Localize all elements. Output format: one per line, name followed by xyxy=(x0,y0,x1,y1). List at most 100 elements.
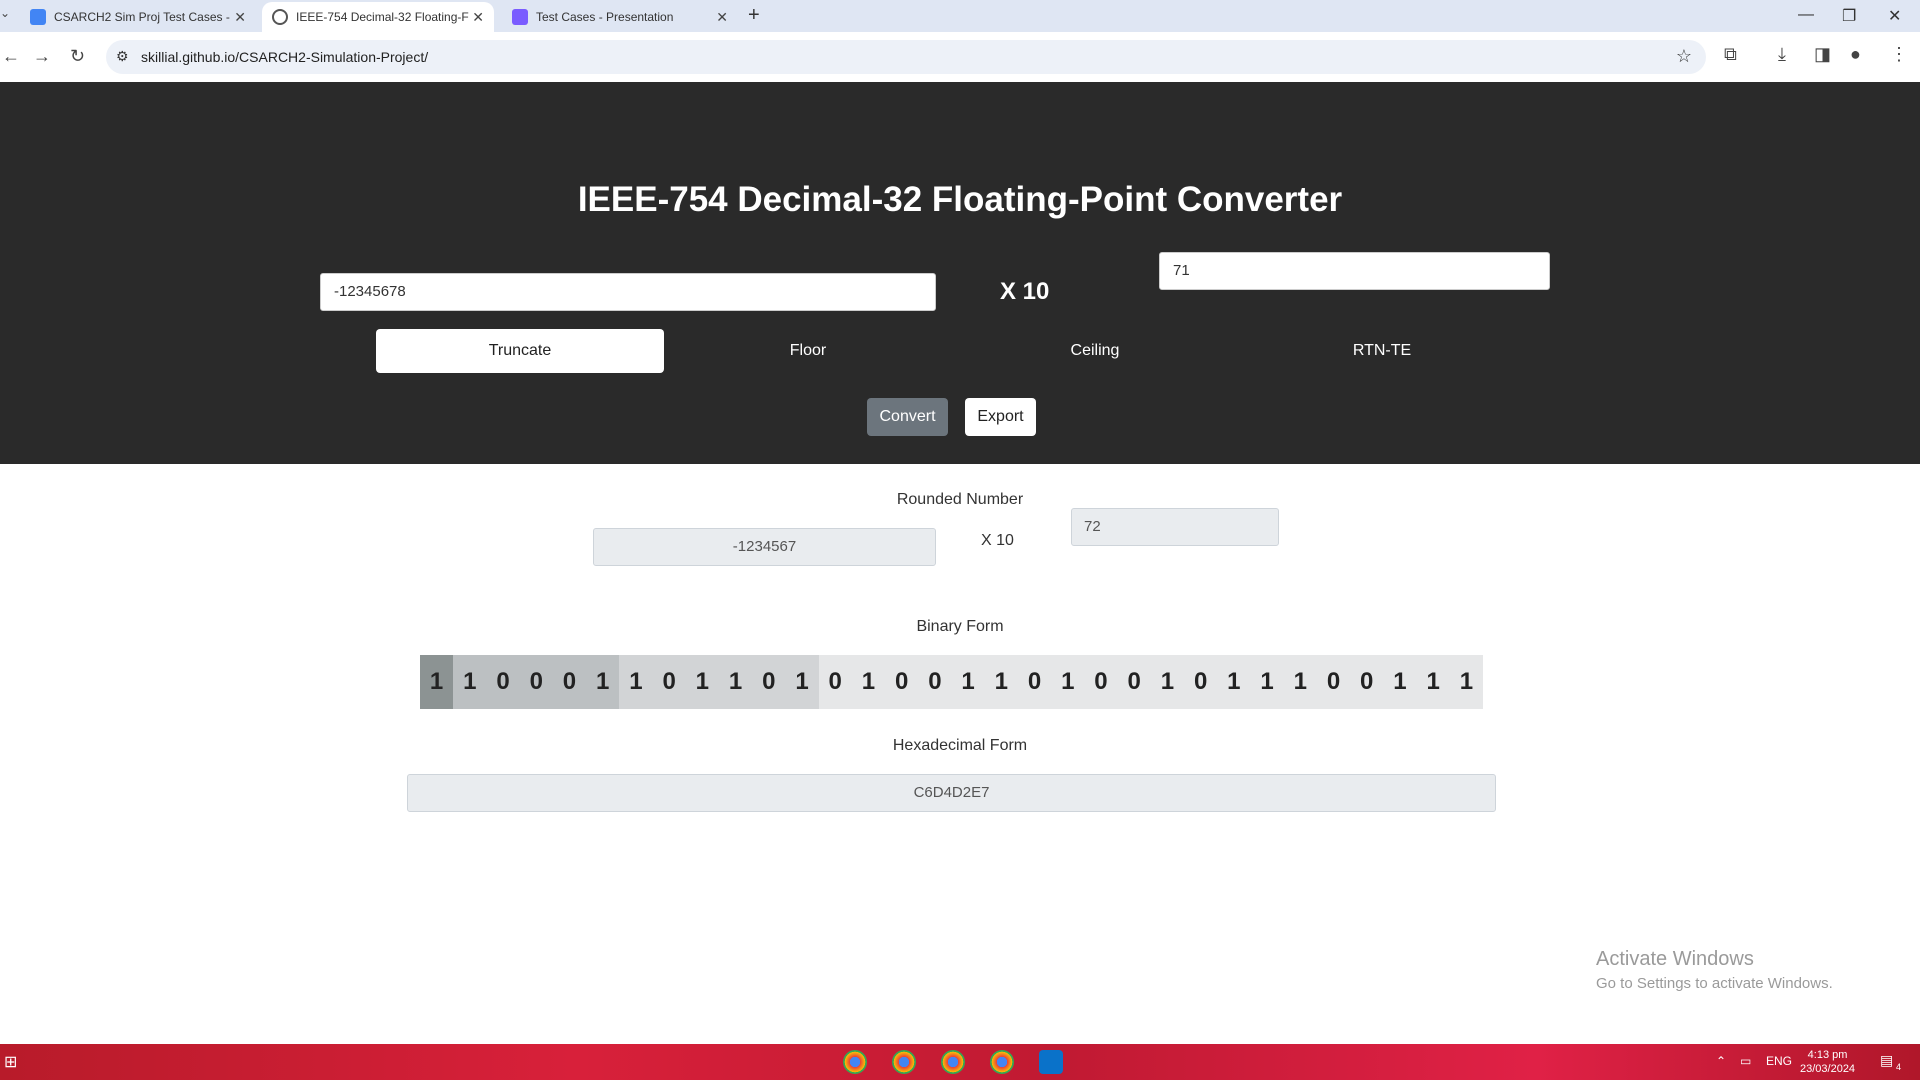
rounded-significand-field: -1234567 xyxy=(593,528,936,566)
tab-strip: ⌄ CSARCH2 Sim Proj Test Cases - ✕ IEEE-7… xyxy=(0,0,1920,32)
binary-bit: 1 xyxy=(586,655,620,709)
binary-bit: 1 xyxy=(453,655,487,709)
binary-bit: 1 xyxy=(1383,655,1417,709)
binary-bit: 0 xyxy=(1184,655,1218,709)
binary-bit: 0 xyxy=(885,655,919,709)
binary-bit: 0 xyxy=(519,655,553,709)
reload-icon[interactable]: ↻ xyxy=(70,46,85,67)
binary-bit: 1 xyxy=(1416,655,1450,709)
binary-bit: 0 xyxy=(552,655,587,709)
chrome-profile-icon[interactable] xyxy=(941,1050,965,1074)
chevron-up-icon[interactable]: ⌃ xyxy=(1716,1054,1726,1068)
tab-label: CSARCH2 Sim Proj Test Cases - xyxy=(54,10,230,24)
binary-bit: 0 xyxy=(918,655,952,709)
address-bar-row: ← → ↻ ⚙ skillial.github.io/CSARCH2-Simul… xyxy=(0,32,1920,82)
vscode-icon[interactable] xyxy=(1039,1050,1063,1074)
forward-icon[interactable]: → xyxy=(33,46,51,67)
tab-test-cases-doc[interactable]: CSARCH2 Sim Proj Test Cases - ✕ xyxy=(20,2,256,32)
binary-bit: 1 xyxy=(951,655,985,709)
tab-presentation[interactable]: Test Cases - Presentation ✕ xyxy=(502,2,738,32)
binary-bit: 0 xyxy=(652,655,686,709)
taskbar: ⊞ ⌃ ▭ ENG 4:13 pm 23/03/2024 ▤ 4 xyxy=(0,1044,1920,1080)
binary-bit: 0 xyxy=(1017,655,1052,709)
slides-icon xyxy=(512,9,528,25)
binary-form-label: Binary Form xyxy=(916,618,1004,635)
chrome-profile-icon[interactable] xyxy=(990,1050,1014,1074)
omnibox[interactable]: ⚙ skillial.github.io/CSARCH2-Simulation-… xyxy=(106,40,1706,74)
network-icon[interactable]: ▭ xyxy=(1740,1054,1751,1068)
clock[interactable]: 4:13 pm 23/03/2024 xyxy=(1800,1048,1855,1076)
watermark-subtitle: Go to Settings to activate Windows. xyxy=(1596,975,1833,992)
binary-bit: 0 xyxy=(1084,655,1118,709)
binary-bit: 0 xyxy=(1316,655,1351,709)
binary-bit: 0 xyxy=(1117,655,1151,709)
mode-floor-button[interactable]: Floor xyxy=(664,329,952,373)
hex-form-label: Hexadecimal Form xyxy=(892,737,1028,754)
binary-bit: 1 xyxy=(984,655,1018,709)
hex-value-field: C6D4D2E7 xyxy=(407,774,1496,812)
activate-windows-watermark: Activate Windows Go to Settings to activ… xyxy=(1596,948,1833,992)
windows-start-icon[interactable]: ⊞ xyxy=(4,1052,17,1072)
significand-input[interactable]: -12345678 xyxy=(320,273,936,311)
back-icon[interactable]: ← xyxy=(2,46,20,67)
download-icon[interactable]: ⤓ xyxy=(1778,44,1786,65)
binary-bit: 1 xyxy=(1150,655,1185,709)
close-window-icon[interactable]: ✕ xyxy=(1888,6,1901,26)
rounded-number-label: Rounded Number xyxy=(896,491,1024,508)
binary-bit: 1 xyxy=(1283,655,1317,709)
bookmark-star-icon[interactable]: ☆ xyxy=(1676,46,1692,67)
side-panel-icon[interactable]: ◨ xyxy=(1814,44,1831,65)
binary-bit: 0 xyxy=(486,655,520,709)
binary-bit-row: 11000110110101001101001011100111 xyxy=(420,655,1483,709)
binary-bit: 0 xyxy=(818,655,852,709)
tab-label: IEEE-754 Decimal-32 Floating-F xyxy=(296,10,469,24)
menu-icon[interactable]: ⋮ xyxy=(1890,44,1908,65)
mode-rtn-te-button[interactable]: RTN-TE xyxy=(1238,329,1526,373)
docs-icon xyxy=(30,9,46,25)
close-icon[interactable]: ✕ xyxy=(716,9,728,26)
clock-time: 4:13 pm xyxy=(1807,1049,1848,1061)
binary-bit: 1 xyxy=(420,655,454,709)
restore-icon[interactable]: ❐ xyxy=(1842,6,1856,26)
chrome-icon[interactable] xyxy=(843,1050,867,1074)
clock-date: 23/03/2024 xyxy=(1800,1063,1856,1075)
binary-bit: 0 xyxy=(752,655,786,709)
convert-button[interactable]: Convert xyxy=(867,398,948,436)
close-icon[interactable]: ✕ xyxy=(234,9,246,26)
rounded-exponent-field: 72 xyxy=(1071,508,1279,546)
notifications-icon[interactable]: ▤ xyxy=(1880,1052,1893,1069)
tab-label: Test Cases - Presentation xyxy=(536,10,674,24)
binary-bit: 1 xyxy=(1250,655,1284,709)
profile-avatar-icon[interactable]: ● xyxy=(1850,44,1861,65)
binary-bit: 1 xyxy=(785,655,819,709)
export-button[interactable]: Export xyxy=(965,398,1036,436)
binary-bit: 1 xyxy=(1449,655,1483,709)
binary-bit: 1 xyxy=(1051,655,1085,709)
new-tab-button[interactable]: + xyxy=(748,4,760,27)
tab-converter[interactable]: IEEE-754 Decimal-32 Floating-F ✕ xyxy=(262,2,494,32)
page-title: IEEE-754 Decimal-32 Floating-Point Conve… xyxy=(577,180,1343,219)
mode-ceiling-button[interactable]: Ceiling xyxy=(951,329,1239,373)
times-ten-label: X 10 xyxy=(1000,278,1050,305)
url-text[interactable]: skillial.github.io/CSARCH2-Simulation-Pr… xyxy=(141,49,428,65)
extensions-icon[interactable]: ⧉ xyxy=(1724,44,1737,65)
result-times-ten-label: X 10 xyxy=(981,532,1014,549)
binary-bit: 1 xyxy=(1217,655,1251,709)
converter-input-panel: IEEE-754 Decimal-32 Floating-Point Conve… xyxy=(0,82,1920,464)
binary-bit: 0 xyxy=(1350,655,1384,709)
browser-chrome: ⌄ CSARCH2 Sim Proj Test Cases - ✕ IEEE-7… xyxy=(0,0,1920,82)
globe-icon xyxy=(272,9,288,25)
minimize-icon[interactable]: — xyxy=(1798,6,1814,24)
close-icon[interactable]: ✕ xyxy=(472,9,484,26)
notification-count: 4 xyxy=(1896,1062,1902,1072)
tab-search-icon[interactable]: ⌄ xyxy=(0,6,10,20)
language-indicator[interactable]: ENG xyxy=(1766,1054,1792,1068)
binary-bit: 1 xyxy=(718,655,753,709)
watermark-title: Activate Windows xyxy=(1596,948,1754,970)
mode-truncate-button[interactable]: Truncate xyxy=(376,329,664,373)
chrome-profile-icon[interactable] xyxy=(892,1050,916,1074)
exponent-input[interactable]: 71 xyxy=(1159,252,1550,290)
binary-bit: 1 xyxy=(619,655,653,709)
binary-bit: 1 xyxy=(851,655,886,709)
site-info-icon[interactable]: ⚙ xyxy=(116,48,129,65)
